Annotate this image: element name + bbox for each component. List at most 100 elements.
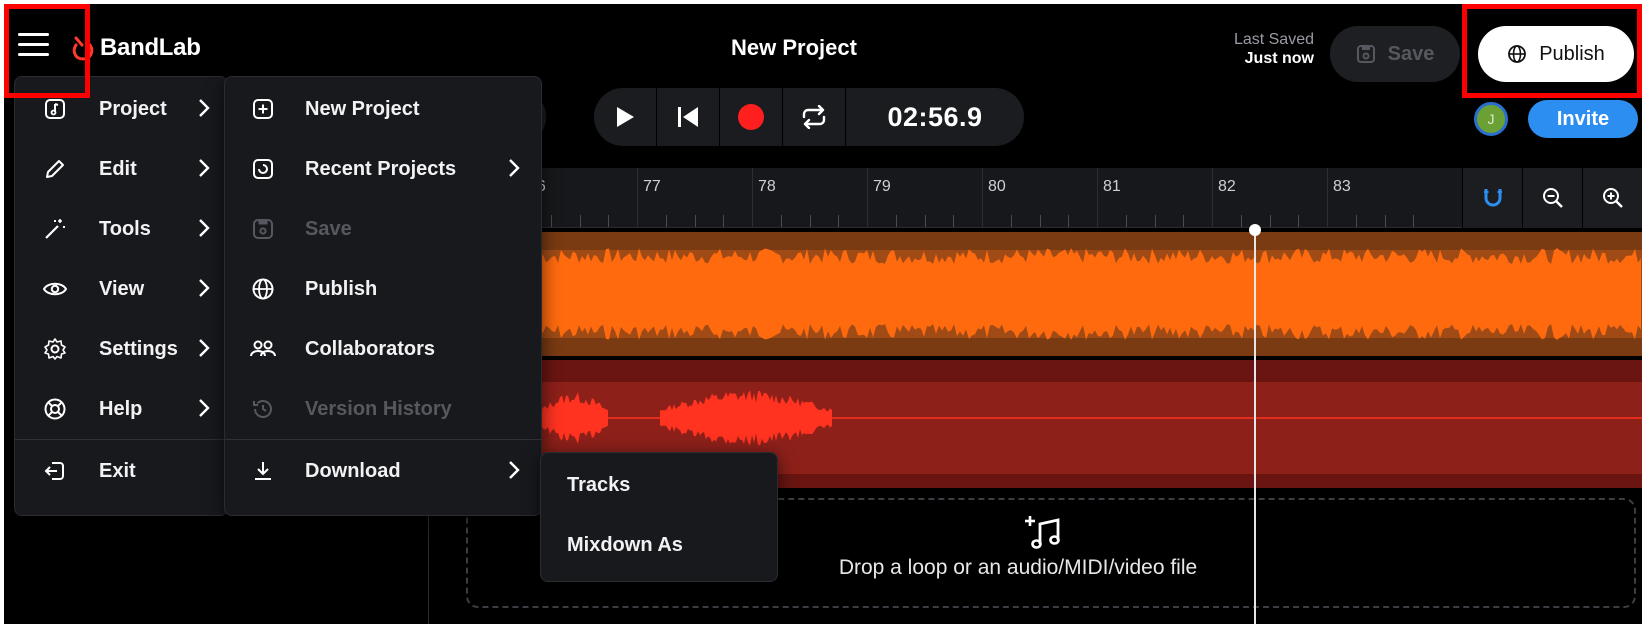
beat-tick	[838, 215, 840, 227]
menu-item-label: Publish	[305, 277, 378, 300]
menu-item-edit[interactable]: Edit	[15, 139, 227, 199]
collaborator-avatar[interactable]: J	[1474, 102, 1508, 136]
timeline-tools	[1462, 168, 1642, 228]
menu-item-recent-projects[interactable]: Recent Projects	[225, 139, 541, 199]
bar-number: 78	[758, 178, 776, 195]
last-saved-value: Just now	[1244, 50, 1314, 67]
save-button[interactable]: Save	[1330, 26, 1460, 82]
bar-number: 81	[1103, 178, 1121, 195]
menu-item-label: Mixdown As	[567, 533, 683, 556]
studio-app: BandLab New Project Last Saved Just now …	[4, 4, 1642, 624]
snap-button[interactable]	[1462, 168, 1522, 228]
add-music-icon	[1025, 516, 1060, 549]
menu-item-version-history[interactable]: Version History	[225, 379, 541, 439]
bar-number: 77	[643, 178, 661, 195]
beat-tick	[1125, 215, 1127, 227]
menu-item-label: Recent Projects	[305, 157, 457, 180]
menu-item-label: Help	[99, 397, 143, 420]
beat-tick	[723, 215, 725, 227]
menu-item-new-project[interactable]: New Project	[225, 79, 541, 139]
play-icon	[617, 107, 634, 127]
zoom-in-icon	[1602, 188, 1623, 208]
gear-icon	[39, 333, 71, 365]
menu-separator	[15, 439, 227, 440]
menu-item-mixdown-as[interactable]: Mixdown As	[541, 515, 777, 575]
invite-button[interactable]: Invite	[1528, 100, 1638, 138]
menu-item-label: Tools	[99, 217, 151, 240]
menu-item-publish[interactable]: Publish	[225, 259, 541, 319]
bar-number: 83	[1333, 178, 1351, 195]
rewind-button[interactable]	[657, 88, 720, 146]
beat-tick	[1154, 215, 1156, 227]
recent-projects-icon	[247, 153, 279, 185]
menu-item-label: Version History	[305, 397, 452, 420]
zoom-in-button[interactable]	[1582, 168, 1642, 228]
chevron-right-icon	[509, 461, 520, 479]
menu-item-label: Tracks	[567, 473, 631, 496]
globe-icon	[247, 273, 279, 305]
skip-back-icon	[678, 107, 698, 127]
beat-tick	[1413, 215, 1415, 227]
magnet-icon	[1483, 189, 1502, 207]
menu-item-label: Download	[305, 459, 401, 482]
project-submenu: New Project Recent Projects Save Publish	[224, 76, 542, 516]
play-button[interactable]	[594, 88, 657, 146]
bar-number: 79	[873, 178, 891, 195]
beat-tick	[550, 215, 552, 227]
beat-tick	[1269, 215, 1271, 227]
beat-tick	[579, 215, 581, 227]
pencil-icon	[39, 153, 71, 185]
menu-item-save[interactable]: Save	[225, 199, 541, 259]
zoom-out-icon	[1542, 188, 1563, 208]
beat-tick	[1298, 215, 1300, 227]
menu-item-label: Settings	[99, 337, 178, 360]
playhead-handle[interactable]	[1249, 224, 1261, 236]
beat-tick	[1068, 215, 1070, 227]
menu-item-label: Save	[305, 217, 352, 240]
audio-region-track-1[interactable]	[540, 232, 1642, 356]
menu-item-label: Collaborators	[305, 337, 436, 360]
download-submenu: Tracks Mixdown As	[540, 452, 778, 582]
chevron-right-icon	[199, 159, 210, 177]
chevron-right-icon	[199, 219, 210, 237]
bar-line	[1212, 168, 1213, 228]
record-button[interactable]	[720, 88, 783, 146]
last-saved-status: Last Saved Just now	[1174, 30, 1314, 68]
main-menu: Project Edit Tools View Settings Help Ex…	[14, 76, 228, 516]
menu-item-help[interactable]: Help	[15, 379, 227, 439]
chevron-right-icon	[199, 399, 210, 417]
history-icon	[247, 393, 279, 425]
menu-separator	[225, 439, 541, 440]
brand-name: BandLab	[100, 34, 201, 61]
menu-item-tools[interactable]: Tools	[15, 199, 227, 259]
save-icon	[247, 213, 279, 245]
bar-line	[637, 168, 638, 228]
loop-button[interactable]	[783, 88, 846, 146]
menu-item-label: View	[99, 277, 145, 300]
project-title[interactable]: New Project	[634, 35, 954, 61]
eye-icon	[39, 273, 71, 305]
menu-item-exit[interactable]: Exit	[15, 441, 227, 501]
zoom-out-button[interactable]	[1522, 168, 1582, 228]
highlight-box-publish	[1462, 4, 1642, 98]
beat-tick	[608, 215, 610, 227]
menu-item-collaborators[interactable]: Collaborators	[225, 319, 541, 379]
beat-tick	[780, 215, 782, 227]
chevron-right-icon	[199, 99, 210, 117]
menu-item-label: New Project	[305, 97, 420, 120]
beat-tick	[1010, 215, 1012, 227]
playhead[interactable]	[1254, 228, 1256, 624]
beat-tick	[1039, 215, 1041, 227]
playback-time: 02:56.9	[887, 101, 983, 132]
top-bar: BandLab New Project Last Saved Just now …	[4, 4, 1642, 84]
bar-line	[1097, 168, 1098, 228]
menu-item-settings[interactable]: Settings	[15, 319, 227, 379]
bar-number: 80	[988, 178, 1006, 195]
bar-line	[1327, 168, 1328, 228]
beat-tick	[924, 215, 926, 227]
menu-item-download[interactable]: Download	[225, 441, 541, 501]
menu-item-view[interactable]: View	[15, 259, 227, 319]
menu-item-tracks[interactable]: Tracks	[541, 455, 777, 515]
beat-tick	[809, 215, 811, 227]
bar-line	[982, 168, 983, 228]
